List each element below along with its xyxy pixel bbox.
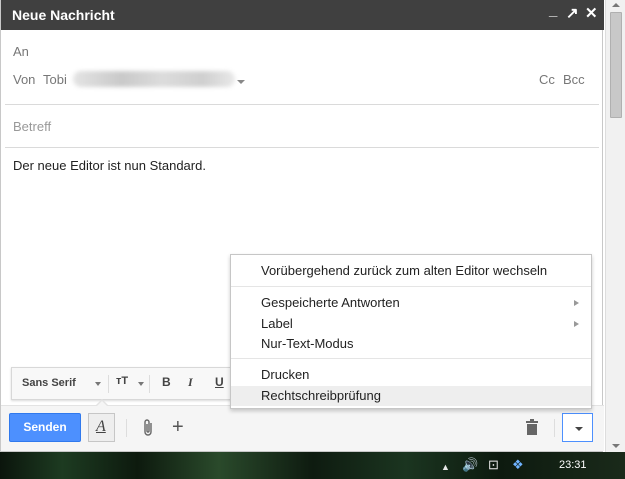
menu-item-canned-responses[interactable]: Gespeicherte Antworten [231,293,591,313]
paperclip-icon[interactable] [142,418,156,438]
volume-icon[interactable]: 🔊 [462,458,478,472]
up-arrow-icon[interactable]: ▲ [441,460,450,474]
compose-action-bar: Senden A + [1,399,604,451]
popout-icon[interactable]: ↗ [566,4,579,24]
from-address-blurred[interactable] [73,71,235,87]
menu-item-print[interactable]: Drucken [231,365,591,385]
menu-item-label: Drucken [261,367,310,382]
to-field-label[interactable]: An [13,44,29,59]
italic-button[interactable]: I [188,375,193,390]
divider [108,375,109,393]
more-options-menu: Vorübergehend zurück zum alten Editor we… [230,254,592,409]
trash-icon[interactable] [525,419,539,436]
menu-item-plain-text[interactable]: Nur-Text-Modus [231,334,591,354]
close-icon[interactable]: ✕ [585,4,598,24]
plus-icon[interactable]: + [172,415,184,439]
underline-button[interactable]: U [215,375,224,389]
menu-item-label: Gespeicherte Antworten [261,295,400,310]
toolbar-pointer-fill [96,401,108,407]
menu-item-label: Rechtschreibprüfung [261,388,381,403]
page-scrollbar[interactable] [605,0,625,452]
menu-item-label-submenu[interactable]: Label [231,314,591,334]
from-label: Von [13,72,36,87]
divider [5,147,599,148]
menu-item-spellcheck[interactable]: Rechtschreibprüfung [231,386,591,406]
system-clock[interactable]: 23:31 [559,459,587,471]
network-icon[interactable]: ⊡ [488,458,499,472]
subject-input[interactable]: Betreff [13,119,51,134]
divider [554,419,555,437]
menu-item-old-editor[interactable]: Vorübergehend zurück zum alten Editor we… [231,261,591,281]
menu-divider [231,286,591,287]
chevron-down-icon [575,427,583,431]
dropbox-icon[interactable]: ❖ [512,458,524,472]
menu-item-label: Nur-Text-Modus [261,336,354,351]
minimize-icon[interactable]: _ [549,1,557,21]
formatting-toolbar: Sans Serif тT B I U [11,367,241,400]
font-size-icon[interactable]: тT [116,375,128,387]
font-family-select[interactable]: Sans Serif [22,377,76,389]
scroll-up-icon[interactable] [612,3,620,7]
formatting-options-button[interactable]: A [88,413,115,442]
compose-title: Neue Nachricht [12,7,115,23]
os-taskbar: ▲ 🔊 ⊡ ❖ 23:31 [0,452,625,479]
font-chevron-down-icon[interactable] [95,382,101,386]
menu-divider [231,358,591,359]
size-chevron-down-icon[interactable] [138,382,144,386]
text-format-icon: A [96,418,106,435]
divider [126,419,127,437]
from-sender-name[interactable]: Tobi [43,72,67,87]
divider [149,375,150,393]
menu-item-label: Label [261,316,293,331]
compose-titlebar[interactable]: Neue Nachricht _ ↗ ✕ [1,0,604,30]
cc-link[interactable]: Cc [539,72,555,87]
menu-item-label: Vorübergehend zurück zum alten Editor we… [261,263,548,278]
divider [5,104,599,105]
message-body[interactable]: Der neue Editor ist nun Standard. [13,158,206,173]
from-chevron-down-icon[interactable] [237,80,245,84]
submenu-arrow-icon [574,300,579,306]
scroll-down-icon[interactable] [612,444,620,448]
send-button[interactable]: Senden [9,413,81,442]
bold-button[interactable]: B [162,375,171,389]
bcc-link[interactable]: Bcc [563,72,585,87]
submenu-arrow-icon [574,321,579,327]
more-options-button[interactable] [562,413,593,442]
scroll-thumb[interactable] [610,12,622,118]
